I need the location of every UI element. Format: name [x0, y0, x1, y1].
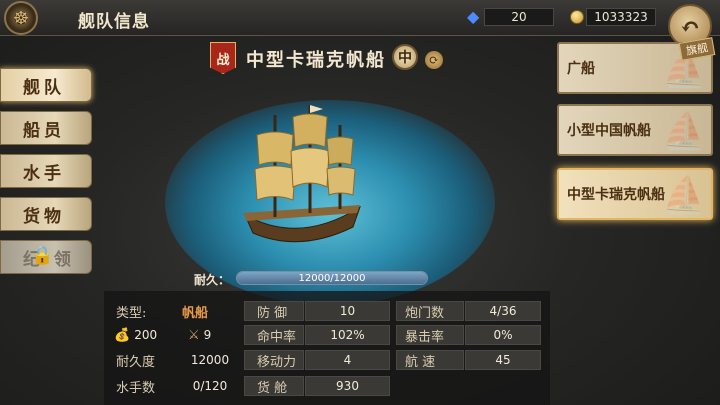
gem-count: 20: [484, 8, 554, 26]
gold-count: 1033323: [586, 8, 656, 26]
move-value: 4: [305, 350, 390, 370]
nav-cargo-label: 货物: [23, 206, 65, 227]
nav-crew[interactable]: 船员: [0, 111, 92, 145]
nav-fleet[interactable]: 舰队: [0, 68, 92, 102]
stats-panel: 类型: 帆船 💰 200 ⚔ 9 耐久度 12000 水手数 0/120 防 御…: [104, 291, 550, 405]
gem-icon: ◆: [467, 7, 480, 26]
ship-name: 中型卡瑞克帆船: [246, 50, 386, 71]
cannon-value: 4/36: [465, 301, 541, 321]
lock-icon: 🔒: [31, 245, 58, 266]
type-value: 帆船: [182, 305, 209, 321]
swap-icon[interactable]: ⟳: [425, 51, 443, 69]
size-badge: 中: [392, 44, 418, 70]
speed-value: 45: [465, 350, 541, 370]
page-title: 舰队信息: [78, 12, 150, 32]
nav-sailors-label: 水手: [23, 163, 65, 184]
cannon-label: 炮门数: [396, 301, 464, 321]
game-screen: ☸ 舰队信息 ◆ 20 1033323 ↶ 舰队 船员 水手 货物 纪 领 🔒 …: [0, 0, 720, 405]
durability-label: 耐久：: [194, 273, 231, 287]
nav-locked[interactable]: 纪 领 🔒: [0, 240, 92, 274]
crit-label: 暴击率: [396, 325, 464, 345]
nav-crew-label: 船员: [23, 120, 65, 141]
defense-value: 10: [305, 301, 390, 321]
cargo-value: 930: [305, 376, 390, 396]
durability-bar: 12000/12000: [236, 271, 428, 285]
crit-value: 0%: [465, 325, 541, 345]
ship-card-name: 广船: [567, 61, 595, 77]
cross-stat-value: 9: [203, 328, 212, 342]
ship-card-small-junk[interactable]: 小型中国帆船 ⛵: [557, 104, 713, 156]
top-bar: ☸ 舰队信息 ◆ 20 1033323: [0, 0, 720, 36]
durability-stat-label: 耐久度: [116, 354, 156, 370]
gold-stat: 💰 200: [114, 325, 174, 345]
cross-stat: ⚔ 9: [188, 325, 238, 345]
ship-model-icon: [243, 105, 361, 243]
ship-silhouette-icon: ⛵: [662, 174, 707, 216]
speed-label: 航 速: [396, 350, 464, 370]
ship-card-name: 小型中国帆船: [567, 123, 651, 139]
type-label: 类型:: [116, 305, 147, 321]
cargo-label: 货 舱: [244, 376, 304, 396]
sailors-stat-value: 0/120: [192, 379, 228, 393]
sailors-stat-label: 水手数: [116, 380, 156, 396]
battle-class-badge: 战: [210, 42, 236, 74]
ship-wheel-icon: ☸: [4, 1, 38, 35]
gold-bag-icon: 💰: [114, 327, 131, 343]
hit-label: 命中率: [244, 325, 304, 345]
move-label: 移动力: [244, 350, 304, 370]
crossed-swords-icon: ⚔: [188, 327, 200, 343]
durability-stat-value: 12000: [190, 353, 230, 367]
ship-card-name: 中型卡瑞克帆船: [567, 187, 665, 203]
gold-coin-icon: [570, 10, 584, 24]
ship-silhouette-icon: ⛵: [662, 110, 707, 152]
ship-card-medium-carrack[interactable]: 中型卡瑞克帆船 ⛵: [557, 168, 713, 220]
gold-stat-value: 200: [134, 328, 158, 342]
nav-cargo[interactable]: 货物: [0, 197, 92, 231]
back-arrow-icon: ↶: [679, 11, 701, 41]
defense-label: 防 御: [244, 301, 304, 321]
hit-value: 102%: [305, 325, 390, 345]
nav-fleet-label: 舰队: [23, 77, 65, 98]
durability-text: 12000/12000: [298, 272, 366, 284]
nav-sailors[interactable]: 水手: [0, 154, 92, 188]
